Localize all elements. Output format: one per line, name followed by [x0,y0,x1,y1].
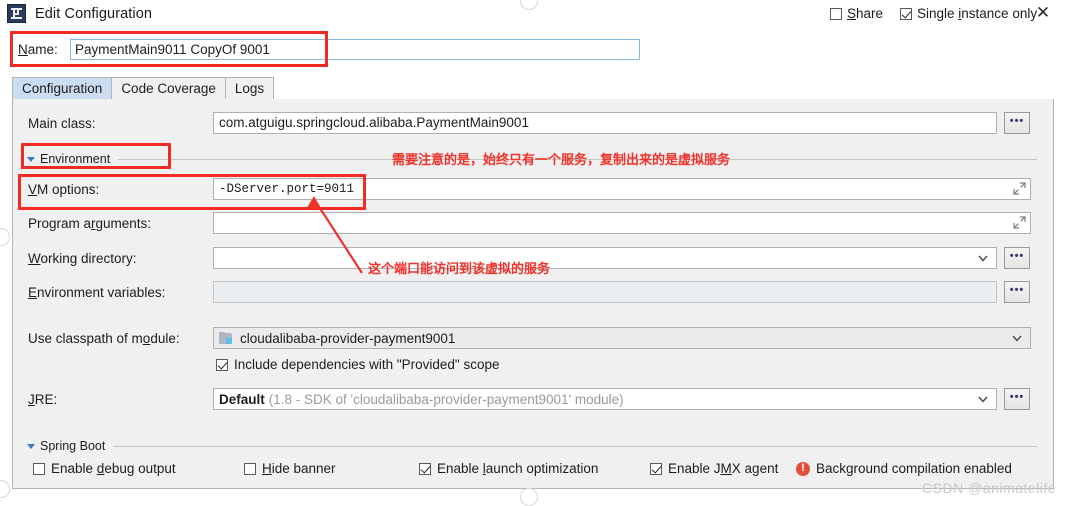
include-dependencies-checkbox-box[interactable] [216,358,228,371]
working-directory-input[interactable] [213,247,997,269]
program-arguments-label: Program arguments: [28,216,152,231]
share-checkbox-label: Share [847,6,884,21]
single-instance-checkbox-label: Single instance only [917,6,1038,21]
ellipsis-icon: ••• [1009,115,1025,127]
single-instance-checkbox-box[interactable] [900,7,912,20]
enable-launch-optimization-checkbox-box[interactable] [419,462,431,475]
section-divider [113,445,1037,447]
edge-decoration-bottom [520,488,538,506]
edge-decoration-left-2 [0,480,10,498]
background-compilation-status: Background compilation enabled [796,461,1012,476]
name-row: Name: [0,33,1066,65]
jre-combobox[interactable]: Default (1.8 - SDK of 'cloudalibaba-prov… [213,388,997,410]
main-class-browse-button[interactable]: ••• [1004,112,1030,134]
intellij-idea-icon [7,4,26,23]
enable-jmx-agent-checkbox-box[interactable] [650,462,662,475]
tab-logs[interactable]: Logs [224,77,275,99]
include-dependencies-label: Include dependencies with "Provided" sco… [234,357,500,372]
enable-jmx-agent-label: Enable JMX agent [668,461,779,476]
annotation-text-arrow: 这个端口能访问到该虚拟的服务 [368,262,551,277]
enable-debug-output-checkbox[interactable]: Enable debug output [33,461,176,476]
share-checkbox-box[interactable] [830,7,842,20]
environment-variables-browse-button[interactable]: ••• [1004,281,1030,303]
spring-boot-section-header[interactable]: Spring Boot [27,438,1037,454]
environment-section-label: Environment [40,152,111,166]
enable-launch-optimization-label: Enable launch optimization [437,461,599,476]
chevron-down-icon [27,443,35,449]
annotation-text-top: 需要注意的是，始终只有一个服务，复制出来的是虚拟服务 [392,153,731,168]
jre-value-secondary: (1.8 - SDK of 'cloudalibaba-provider-pay… [268,391,624,407]
working-directory-label: Working directory: [28,251,137,266]
share-checkbox[interactable]: Share [830,6,883,21]
vm-options-label: VM options: [28,182,100,197]
ellipsis-icon: ••• [1009,391,1025,403]
warning-icon [796,461,810,476]
jre-label: JRE: [28,392,58,407]
tab-configuration[interactable]: Configuration [12,77,113,99]
hide-banner-checkbox[interactable]: Hide banner [244,461,336,476]
ellipsis-icon: ••• [1009,284,1025,296]
program-arguments-input[interactable] [213,212,1031,234]
environment-variables-label: Environment variables: [28,285,166,300]
edge-decoration-left [0,228,10,246]
page-title: Edit Configuration [35,5,153,22]
module-folder-icon [219,331,234,345]
tab-code-coverage[interactable]: Code Coverage [111,77,226,99]
chevron-down-icon-working-dir[interactable] [976,251,990,265]
jre-value-primary: Default [219,391,265,407]
watermark: CSDN @animatelife [922,480,1056,496]
classpath-module-combobox[interactable]: cloudalibaba-provider-payment9001 [213,327,1031,349]
name-label: Name: [18,41,58,57]
environment-variables-input[interactable] [213,281,997,303]
hide-banner-label: Hide banner [262,461,336,476]
enable-debug-output-label: Enable debug output [51,461,176,476]
tab-bar: Configuration Code Coverage Logs [12,77,1054,100]
include-dependencies-checkbox[interactable]: Include dependencies with "Provided" sco… [216,357,500,372]
main-class-input[interactable]: com.atguigu.springcloud.alibaba.PaymentM… [213,112,997,134]
single-instance-checkbox[interactable]: Single instance only [900,6,1037,21]
vm-options-input[interactable]: -DServer.port=9011 [213,178,1031,200]
classpath-module-value: cloudalibaba-provider-payment9001 [240,330,456,346]
enable-launch-optimization-checkbox[interactable]: Enable launch optimization [419,461,598,476]
name-input[interactable] [70,38,640,60]
classpath-module-label: Use classpath of module: [28,331,180,346]
enable-jmx-agent-checkbox[interactable]: Enable JMX agent [650,461,778,476]
jre-browse-button[interactable]: ••• [1004,388,1030,410]
working-directory-browse-button[interactable]: ••• [1004,247,1030,269]
spring-boot-section-label: Spring Boot [40,439,106,453]
ellipsis-icon: ••• [1009,250,1025,262]
hide-banner-checkbox-box[interactable] [244,462,256,475]
chevron-down-icon [27,156,35,162]
main-class-label: Main class: [28,116,96,131]
chevron-down-icon-jre[interactable] [976,392,990,406]
enable-debug-output-checkbox-box[interactable] [33,462,45,475]
background-compilation-label: Background compilation enabled [816,461,1012,476]
chevron-down-icon-module[interactable] [1010,331,1024,345]
